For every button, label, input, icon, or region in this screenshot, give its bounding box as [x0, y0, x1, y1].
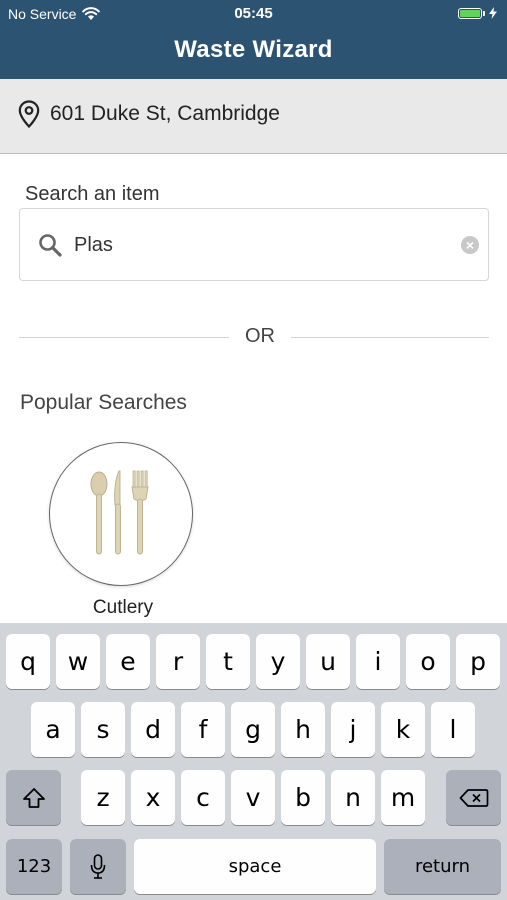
popular-item-circle[interactable] [49, 442, 193, 586]
key-e[interactable]: e [106, 634, 150, 689]
backspace-icon [459, 788, 488, 807]
shift-key[interactable] [6, 770, 61, 825]
key-q[interactable]: q [6, 634, 50, 689]
or-divider-text: OR [245, 325, 275, 347]
key-f[interactable]: f [181, 702, 225, 757]
location-pin-icon [18, 100, 40, 128]
search-box[interactable]: × [19, 208, 489, 281]
popular-item-cutlery[interactable]: Cutlery [49, 442, 197, 618]
charging-icon [489, 7, 497, 19]
app-title: Waste Wizard [174, 36, 333, 63]
key-t[interactable]: t [206, 634, 250, 689]
key-k[interactable]: k [381, 702, 425, 757]
app-header: No Service 05:45 Waste Wizard [0, 0, 507, 79]
key-b[interactable]: b [281, 770, 325, 825]
key-n[interactable]: n [331, 770, 375, 825]
status-bar: No Service 05:45 [0, 0, 507, 28]
key-z[interactable]: z [81, 770, 125, 825]
location-bar[interactable]: 601 Duke St, Cambridge [0, 79, 507, 154]
clear-icon[interactable]: × [461, 236, 479, 254]
shift-icon [22, 787, 45, 808]
key-y[interactable]: y [256, 634, 300, 689]
key-a[interactable]: a [31, 702, 75, 757]
cutlery-icon [90, 470, 149, 555]
key-u[interactable]: u [306, 634, 350, 689]
key-h[interactable]: h [281, 702, 325, 757]
key-v[interactable]: v [231, 770, 275, 825]
key-d[interactable]: d [131, 702, 175, 757]
key-m[interactable]: m [381, 770, 425, 825]
key-i[interactable]: i [356, 634, 400, 689]
backspace-key[interactable] [446, 770, 501, 825]
key-s[interactable]: s [81, 702, 125, 757]
return-key[interactable]: return [384, 839, 501, 894]
key-o[interactable]: o [406, 634, 450, 689]
status-time: 05:45 [234, 5, 273, 22]
key-c[interactable]: c [181, 770, 225, 825]
key-x[interactable]: x [131, 770, 175, 825]
microphone-key[interactable] [70, 839, 126, 894]
microphone-icon [90, 853, 106, 879]
search-input[interactable] [74, 227, 444, 263]
popular-searches-title: Popular Searches [20, 391, 187, 414]
search-icon [39, 234, 62, 257]
battery-icon [458, 7, 482, 19]
keyboard: q w e r t y u i o p a s d f g h j k l z … [0, 623, 507, 900]
divider-line-left [19, 337, 229, 338]
popular-item-label: Cutlery [92, 597, 154, 618]
location-address: 601 Duke St, Cambridge [50, 102, 280, 125]
key-l[interactable]: l [431, 702, 475, 757]
key-w[interactable]: w [56, 634, 100, 689]
search-label: Search an item [25, 183, 160, 205]
battery-indicator [458, 7, 497, 19]
key-g[interactable]: g [231, 702, 275, 757]
space-key[interactable]: space [134, 839, 376, 894]
divider-line-right [291, 337, 489, 338]
key-r[interactable]: r [156, 634, 200, 689]
numbers-key[interactable]: 123 [6, 839, 62, 894]
key-p[interactable]: p [456, 634, 500, 689]
key-j[interactable]: j [331, 702, 375, 757]
